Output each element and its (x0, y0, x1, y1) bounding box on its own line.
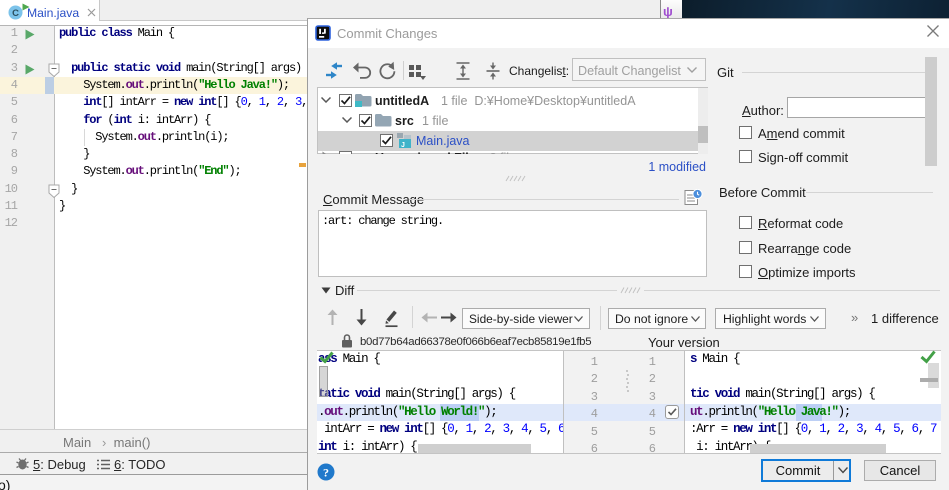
svg-text:?: ? (323, 466, 329, 480)
